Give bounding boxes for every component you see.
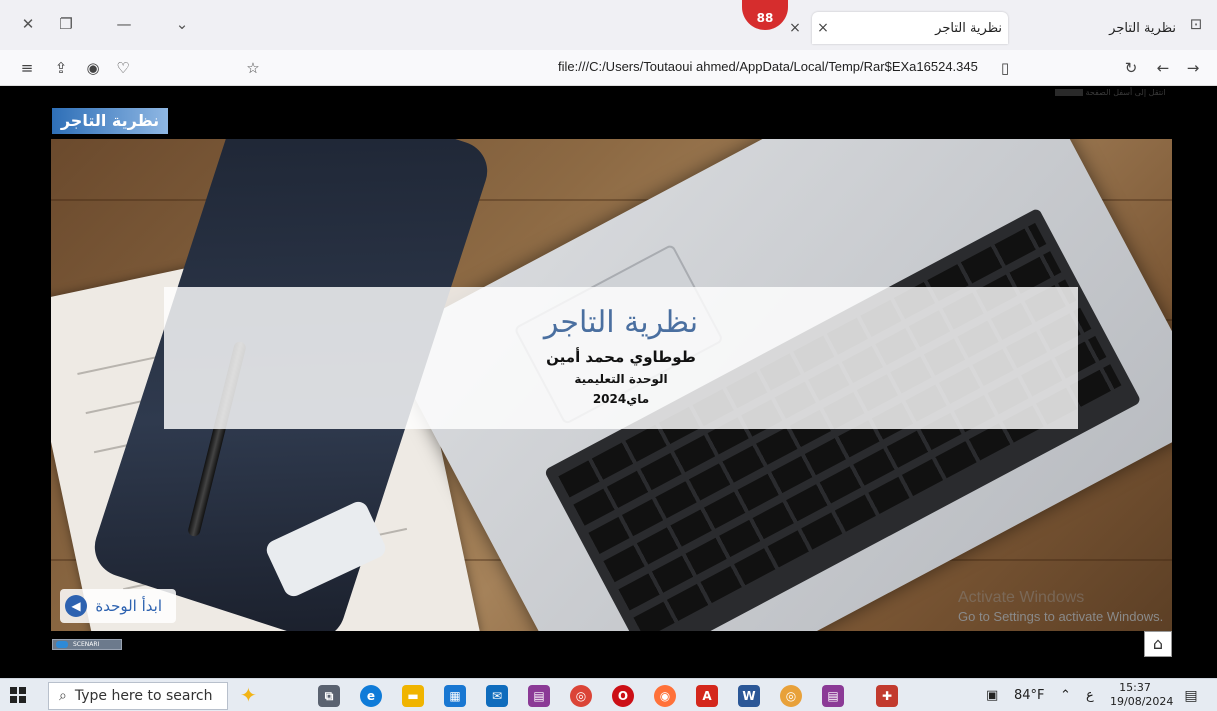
share-icon[interactable]: ⇪ [50,57,72,79]
browser-tab-bar: ✕ ❐ — ⌄ 88 × × نظرية التاجر نظرية التاجر… [0,0,1217,50]
start-unit-button[interactable]: ◀ ابدأ الوحدة [60,589,176,623]
tab-close-icon[interactable]: × [784,20,806,36]
minimize-window-icon[interactable]: — [114,14,134,34]
firefox-icon[interactable]: ◉ [654,685,676,707]
taskbar-search-input[interactable]: ⌕ Type here to search [48,682,228,710]
page-viewport: انتقل إلى أسفل الصفحة نظرية التاجر نظرية… [0,86,1217,678]
tab-close-icon[interactable]: × [812,20,834,36]
opera-icon[interactable]: O [612,685,634,707]
tab-title: نظرية التاجر [1109,20,1176,36]
unit-date: ماي2024 [592,392,650,406]
acrobat-icon[interactable]: A [696,685,718,707]
skip-to-bottom-link[interactable]: انتقل إلى أسفل الصفحة [1055,88,1166,97]
activate-line2: Go to Settings to activate Windows. [958,609,1164,624]
windows-start-icon[interactable] [10,687,26,703]
unit-label: الوحدة التعليمية [574,372,668,386]
scenari-label: SCENARI [73,641,100,648]
tab-list-icon[interactable]: ⊡ [1186,14,1206,34]
page-header-title: نظرية التاجر [52,108,168,134]
activate-windows-watermark: Activate Windows Go to Settings to activ… [958,589,1163,624]
reload-icon[interactable]: ↻ [1120,57,1142,79]
taskbar-clock[interactable]: 15:37 19/08/2024 [1110,681,1174,709]
notification-center-icon[interactable]: ▤ [1180,685,1202,707]
tab-title: نظرية التاجر [935,20,1002,36]
forward-arrow-icon[interactable]: → [1182,57,1204,79]
winrar-icon[interactable]: ▤ [528,685,550,707]
notification-badge: 88 [742,0,788,30]
chrome-icon[interactable]: ◎ [570,685,592,707]
title-card: نظرية التاجر طوطاوي محمد أمين الوحدة الت… [164,287,1078,429]
chrome-alt-icon[interactable]: ◎ [780,685,802,707]
scenari-logo[interactable]: SCENARI [52,639,122,650]
language-indicator[interactable]: ع [1086,688,1094,703]
main-title: نظرية التاجر [543,305,699,340]
tab-other[interactable]: نظرية التاجر [1012,12,1182,44]
mail-icon[interactable]: ✉ [486,685,508,707]
bookmark-star-icon[interactable]: ☆ [242,57,264,79]
account-icon[interactable]: ◉ [82,57,104,79]
browser-nav-bar: ≡ ⇪ ◉ ♡ ☆ file:///C:/Users/Toutaoui ahme… [0,50,1217,86]
clock-date: 19/08/2024 [1110,695,1174,708]
close-window-icon[interactable]: ✕ [18,14,38,34]
search-placeholder: Type here to search [74,688,213,704]
home-icon[interactable]: ⌂ [1144,631,1172,657]
word-icon[interactable]: W [738,685,760,707]
chevron-up-icon[interactable]: ⌃ [1060,688,1071,703]
task-view-icon[interactable]: ⧉ [318,685,340,707]
clock-time: 15:37 [1119,681,1151,694]
weather-icon[interactable]: ▣ [986,688,998,703]
address-bar[interactable]: file:///C:/Users/Toutaoui ahmed/AppData/… [558,59,978,74]
weather-temp[interactable]: 84°F [1014,688,1045,703]
back-arrow-icon[interactable]: ← [1152,57,1174,79]
file-explorer-icon[interactable]: ▬ [402,685,424,707]
activate-line1: Activate Windows [958,589,1085,606]
tab-active[interactable]: × نظرية التاجر [812,12,1008,44]
skip-link-box [1055,89,1083,96]
author-name: طوطاوي محمد أمين [546,348,696,366]
winrar-alt-icon[interactable]: ▤ [822,685,844,707]
page-icon: ▯ [1000,59,1010,77]
edge-icon[interactable]: e [360,685,382,707]
sparkle-icon[interactable]: ✦ [240,683,257,707]
pocket-icon[interactable]: ♡ [112,57,134,79]
chevron-down-icon[interactable]: ⌄ [172,14,192,34]
left-arrow-icon: ◀ [65,595,87,617]
store-icon[interactable]: ▦ [444,685,466,707]
tab-blank[interactable]: × [784,12,812,44]
search-icon: ⌕ [59,688,67,704]
windows-taskbar: ⌕ Type here to search ✦ ⧉ e ▬ ▦ ✉ ▤ ◎ O … [0,678,1217,711]
menu-icon[interactable]: ≡ [16,57,38,79]
hero-image: نظرية التاجر طوطاوي محمد أمين الوحدة الت… [51,139,1172,631]
restore-window-icon[interactable]: ❐ [56,14,76,34]
skip-link-label: انتقل إلى أسفل الصفحة [1085,88,1166,97]
app-icon[interactable]: ✚ [876,685,898,707]
start-unit-label: ابدأ الوحدة [95,597,162,615]
